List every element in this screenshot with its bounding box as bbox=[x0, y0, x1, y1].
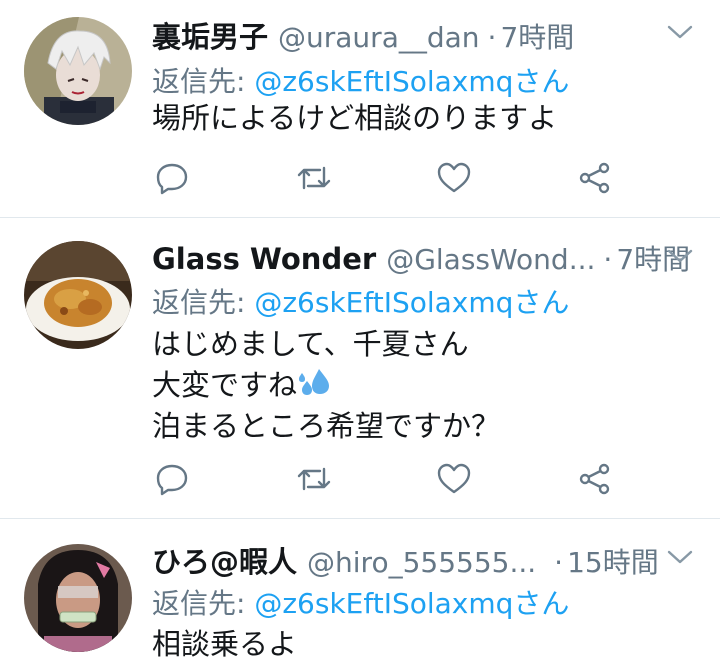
reply-icon bbox=[156, 163, 188, 195]
tweet-actions bbox=[0, 461, 720, 501]
reply-to-link[interactable]: @z6skEftISolaxmqさん bbox=[254, 286, 569, 319]
separator-dot: · bbox=[554, 546, 564, 579]
retweet-button[interactable] bbox=[296, 160, 332, 196]
share-button[interactable] bbox=[577, 461, 613, 497]
reply-context: 返信先: @z6skEftISolaxmqさん bbox=[152, 582, 569, 622]
tweet[interactable]: 裏垢男子 @uraura__dan · 7時間 返信先: @z6skEftISo… bbox=[0, 0, 720, 217]
retweet-icon bbox=[297, 467, 331, 491]
like-icon bbox=[437, 463, 471, 494]
reply-button[interactable] bbox=[154, 461, 190, 497]
reply-prefix: 返信先: bbox=[152, 286, 255, 319]
reply-prefix: 返信先: bbox=[152, 587, 255, 620]
chevron-down-icon[interactable] bbox=[666, 22, 694, 42]
cosplay-avatar-icon bbox=[24, 544, 132, 652]
retweet-icon bbox=[297, 166, 331, 190]
reply-context: 返信先: @z6skEftISolaxmqさん bbox=[152, 281, 569, 321]
tweet-text: 相談乗るよ bbox=[152, 624, 297, 665]
tweet-text-line: 泊まるところ希望ですか？ bbox=[152, 409, 501, 443]
anime-avatar-icon bbox=[24, 17, 132, 125]
like-button[interactable] bbox=[436, 461, 472, 497]
tweet-text-line: はじめまして、千夏さん bbox=[152, 327, 469, 361]
chevron-down-icon[interactable] bbox=[666, 547, 694, 567]
sweat-drops-emoji bbox=[299, 369, 330, 395]
display-name[interactable]: Glass Wonder bbox=[152, 242, 376, 276]
food-plate-avatar-icon bbox=[24, 241, 132, 349]
tweet[interactable]: ひろ@暇人 @hiro_555555... · 15時間 返信先: @z6skE… bbox=[0, 519, 720, 668]
tweet[interactable]: Glass Wonder @GlassWond... · 7時間 返信先: @z… bbox=[0, 218, 720, 518]
separator-dot: · bbox=[603, 243, 613, 276]
tweet-text-line: 場所によるけど相談のりますよ bbox=[152, 101, 558, 135]
reply-to-link[interactable]: @z6skEftISolaxmqさん bbox=[254, 587, 569, 620]
avatar[interactable] bbox=[24, 17, 132, 125]
display-name[interactable]: ひろ@暇人 bbox=[152, 539, 297, 581]
user-handle[interactable]: @uraura__dan bbox=[278, 21, 480, 54]
tweet-text-line: 大変ですね bbox=[152, 368, 298, 402]
share-button[interactable] bbox=[577, 160, 613, 196]
avatar[interactable] bbox=[24, 241, 132, 349]
display-name[interactable]: 裏垢男子 bbox=[152, 14, 268, 56]
timestamp[interactable]: 7時間 bbox=[500, 16, 574, 56]
reply-button[interactable] bbox=[154, 160, 190, 196]
tweet-text: はじめまして、千夏さん 大変ですね 泊まるところ希望ですか？ bbox=[152, 324, 500, 447]
reply-prefix: 返信先: bbox=[152, 65, 255, 98]
share-icon bbox=[579, 162, 610, 194]
separator-dot: · bbox=[487, 21, 497, 54]
tweet-text: 場所によるけど相談のりますよ bbox=[152, 98, 557, 139]
like-icon bbox=[437, 162, 471, 193]
tweet-text-line: 相談乗るよ bbox=[152, 627, 298, 661]
retweet-button[interactable] bbox=[296, 461, 332, 497]
share-icon bbox=[579, 463, 610, 495]
like-button[interactable] bbox=[436, 160, 472, 196]
reply-context: 返信先: @z6skEftISolaxmqさん bbox=[152, 60, 569, 100]
user-handle[interactable]: @hiro_555555... bbox=[307, 546, 536, 579]
tweet-text-line-with-emoji: 大変ですね bbox=[152, 365, 500, 406]
user-handle[interactable]: @GlassWond... bbox=[386, 243, 595, 276]
reply-icon bbox=[156, 464, 188, 496]
avatar[interactable] bbox=[24, 544, 132, 652]
tweet-actions bbox=[0, 160, 720, 200]
chevron-down-icon[interactable] bbox=[666, 246, 694, 266]
timestamp[interactable]: 15時間 bbox=[567, 541, 659, 581]
reply-to-link[interactable]: @z6skEftISolaxmqさん bbox=[254, 65, 569, 98]
